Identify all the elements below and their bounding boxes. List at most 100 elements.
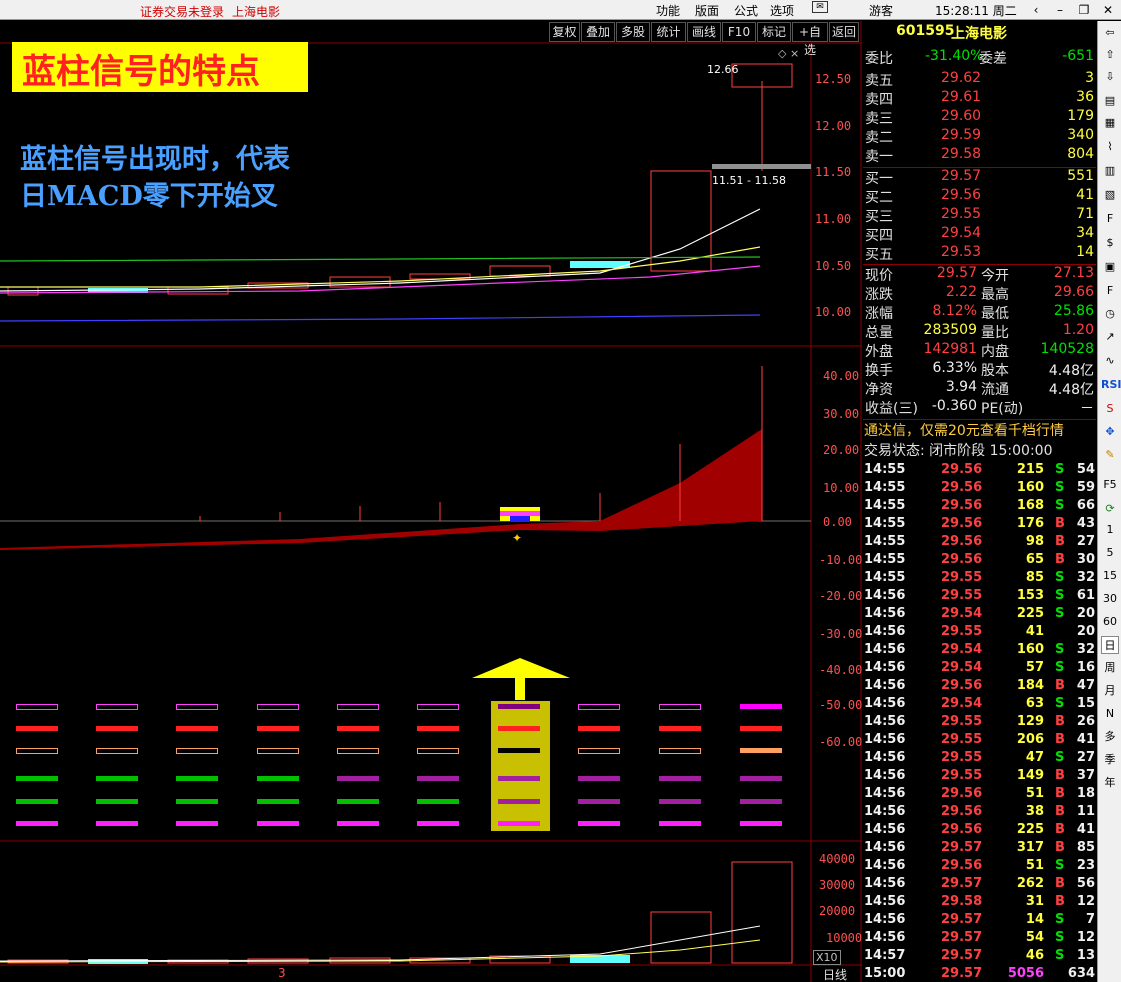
notice-text[interactable]: 通达信，仅需20元查看千档行情: [864, 420, 1064, 440]
f5-icon[interactable]: F5: [1101, 476, 1119, 494]
tick-time: 14:56: [864, 642, 906, 657]
arrow-left-icon[interactable]: ⇦: [1101, 24, 1119, 42]
period-0[interactable]: 1: [1101, 521, 1119, 539]
signal-dash: [16, 748, 58, 754]
tick-volume: 206: [1016, 732, 1044, 747]
mail-icon[interactable]: ✉: [812, 1, 828, 13]
volume-tick: 20000: [819, 904, 856, 918]
toolbar-button-3[interactable]: 统计: [651, 22, 686, 42]
grid-icon[interactable]: ▧: [1101, 186, 1119, 204]
f10-icon[interactable]: F: [1101, 210, 1119, 228]
chart-icon[interactable]: ▤: [1101, 92, 1119, 110]
price-tick: 11.50: [815, 165, 852, 179]
table-icon[interactable]: ▦: [1101, 114, 1119, 132]
toolbar-button-1[interactable]: 叠加: [581, 22, 615, 42]
sell-volume: 36: [1076, 89, 1094, 105]
signal-dash: [578, 726, 620, 731]
doc-icon[interactable]: ▣: [1101, 258, 1119, 276]
period-4[interactable]: 60: [1101, 613, 1119, 631]
toolbar-button-6[interactable]: 标记: [757, 22, 791, 42]
guest-label[interactable]: 游客: [869, 2, 893, 19]
toolbar-button-2[interactable]: 多股: [616, 22, 650, 42]
signal-dash: [16, 821, 58, 826]
login-status[interactable]: 证券交易未登录: [140, 3, 224, 20]
period-8[interactable]: N: [1101, 705, 1119, 723]
tick-count: 59: [1076, 480, 1095, 495]
refresh-icon[interactable]: ⟳: [1101, 500, 1119, 518]
tick-side: B: [1055, 534, 1065, 549]
period-9[interactable]: 多: [1101, 728, 1119, 746]
tick-row: 14:56 29.55 153 S 61: [863, 588, 1096, 606]
signal-dash: [96, 726, 138, 731]
menu-function[interactable]: 功能: [656, 2, 680, 19]
weicha-value: -651: [1062, 48, 1094, 64]
toolbar-button-0[interactable]: 复权: [549, 22, 580, 42]
toolbar-button-5[interactable]: F10: [722, 22, 756, 42]
stat-label: 净资: [865, 382, 893, 398]
back-icon[interactable]: ‹: [1028, 2, 1044, 18]
tick-volume: 98: [1025, 534, 1044, 549]
arrow-up-icon[interactable]: ⇧: [1101, 46, 1119, 64]
buy-row-2: 买二 29.56 41: [863, 187, 1096, 206]
period-label[interactable]: 日线: [823, 966, 847, 982]
move-icon[interactable]: ✥: [1101, 423, 1119, 441]
tick-price: 29.57: [941, 966, 983, 981]
toolbar-button-7[interactable]: +自选: [792, 22, 828, 57]
tick-side: B: [1055, 876, 1065, 891]
menu-formula[interactable]: 公式: [734, 2, 758, 19]
period-7[interactable]: 月: [1101, 682, 1119, 700]
s-icon[interactable]: S: [1101, 400, 1119, 418]
arrow-down-icon[interactable]: ⇩: [1101, 68, 1119, 86]
fz-icon[interactable]: F: [1101, 282, 1119, 300]
rsi-icon[interactable]: RSI: [1101, 376, 1121, 394]
menu-layout[interactable]: 版面: [695, 2, 719, 19]
coin-icon[interactable]: $: [1101, 234, 1119, 252]
toolbar-button-8[interactable]: 返回: [829, 22, 859, 42]
tick-volume: 38: [1025, 804, 1044, 819]
signal-dash: [498, 726, 540, 731]
period-11[interactable]: 年: [1101, 774, 1119, 792]
maximize-icon[interactable]: ❐: [1076, 2, 1092, 18]
period-1[interactable]: 5: [1101, 544, 1119, 562]
wave-icon[interactable]: ∿: [1101, 352, 1119, 370]
tick-side: B: [1055, 768, 1065, 783]
line-icon[interactable]: ⌇: [1101, 138, 1119, 156]
signal-dash: [96, 821, 138, 826]
stat-value-2: 29.66: [1053, 284, 1094, 300]
tick-time: 14:56: [864, 912, 906, 927]
signal-dash: [498, 799, 540, 804]
tick-row: 14:56 29.57 54 S 12: [863, 930, 1096, 948]
tick-price: 29.55: [941, 588, 983, 603]
buy-price: 29.55: [941, 206, 982, 222]
period-3[interactable]: 30: [1101, 590, 1119, 608]
pencil-icon[interactable]: ✎: [1101, 446, 1119, 464]
tick-side: S: [1055, 660, 1065, 675]
tick-side: B: [1055, 714, 1065, 729]
signal-dash: [740, 799, 782, 804]
period-10[interactable]: 季: [1101, 751, 1119, 769]
period-2[interactable]: 15: [1101, 567, 1119, 585]
stat-label-2: PE(动): [981, 401, 1024, 417]
period-6[interactable]: 周: [1101, 659, 1119, 677]
bar-icon[interactable]: ▥: [1101, 162, 1119, 180]
tick-time: 14:56: [864, 804, 906, 819]
tick-volume: 54: [1025, 930, 1044, 945]
toolbar-button-4[interactable]: 画线: [687, 22, 721, 42]
close-icon[interactable]: ✕: [1100, 2, 1116, 18]
signal-dash: [176, 726, 218, 731]
zoom-x10[interactable]: X10: [813, 950, 841, 965]
tick-time: 14:56: [864, 660, 906, 675]
signal-dash: [740, 726, 782, 731]
tick-time: 14:56: [864, 786, 906, 801]
minimize-icon[interactable]: –: [1052, 2, 1068, 18]
tick-price: 29.56: [941, 858, 983, 873]
tick-side: S: [1055, 588, 1065, 603]
signal-dash: [417, 821, 459, 826]
ln-icon[interactable]: ↗: [1101, 328, 1119, 346]
macd-tick: 0.00: [823, 515, 852, 529]
right-sidebar: ⇦ ⇧ ⇩ ▤ ▦ ⌇ ▥ ▧ F $ ▣ F ◷ ↗ ∿ RSI S ✥ ✎ …: [1097, 21, 1121, 982]
period-5[interactable]: 日: [1101, 636, 1119, 654]
menu-options[interactable]: 选项: [770, 2, 794, 19]
stat-row: 涨幅 8.12% 最低 25.86: [863, 303, 1096, 322]
clock-icon[interactable]: ◷: [1101, 305, 1119, 323]
